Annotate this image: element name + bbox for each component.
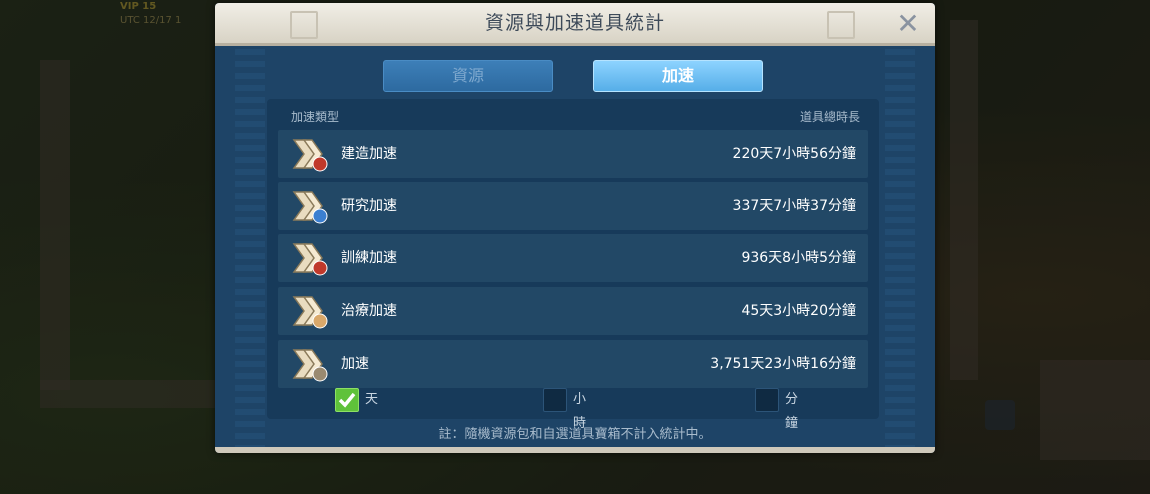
speedup-total-value: 45天3小時20分鐘 [741,303,856,319]
minutes-checkbox[interactable] [755,388,779,412]
dialog-title-bar: 資源與加速道具統計 ✕ [215,3,935,46]
speedup-total-value: 936天8小時5分鐘 [741,250,856,266]
side-pattern-left [235,46,265,451]
universal-speedup-icon [292,349,328,382]
tab-resources[interactable]: 資源 [383,60,553,92]
dialog-title: 資源與加速道具統計 [484,12,665,34]
tab-speedups[interactable]: 加速 [593,60,763,92]
close-icon: ✕ [896,7,920,40]
days-label: 天 [365,392,379,407]
speedup-type-label: 訓練加速 [341,250,397,266]
close-button[interactable]: ✕ [893,9,923,39]
speedup-type-label: 建造加速 [341,146,397,162]
speedup-row: 訓練加速 936天8小時5分鐘 [278,234,868,282]
footnote: 註：隨機資源包和自選道具寶箱不計入統計中。 [438,427,712,442]
speedup-total-value: 220天7小時56分鐘 [732,146,856,162]
speedup-row: 加速 3,751天23小時16分鐘 [278,340,868,388]
speedup-total-value: 337天7小時37分鐘 [732,198,856,214]
column-header-total: 道具總時長 [799,110,860,124]
days-checkbox[interactable] [335,388,359,412]
speedup-row: 建造加速 220天7小時56分鐘 [278,130,868,178]
construction-speedup-icon [292,139,328,172]
side-pattern-right [885,46,915,451]
speedup-type-label: 加速 [341,356,369,372]
hours-checkbox[interactable] [543,388,567,412]
speedup-type-label: 研究加速 [341,198,397,214]
dialog-bottom-edge [215,447,935,453]
research-speedup-icon [292,191,328,224]
speedup-statistics-dialog: 資源與加速道具統計 ✕ 資源 加速 加速類型 道具總時長 建造加速 220天7小時… [215,3,935,453]
column-header-type: 加速類型 [291,110,340,124]
healing-speedup-icon [292,296,328,329]
speedup-row: 研究加速 337天7小時37分鐘 [278,182,868,230]
checkmark-icon [338,392,356,408]
speedup-total-value: 3,751天23小時16分鐘 [710,356,856,372]
speedup-type-label: 治療加速 [341,303,397,319]
training-speedup-icon [292,243,328,276]
speedup-row: 治療加速 45天3小時20分鐘 [278,287,868,335]
